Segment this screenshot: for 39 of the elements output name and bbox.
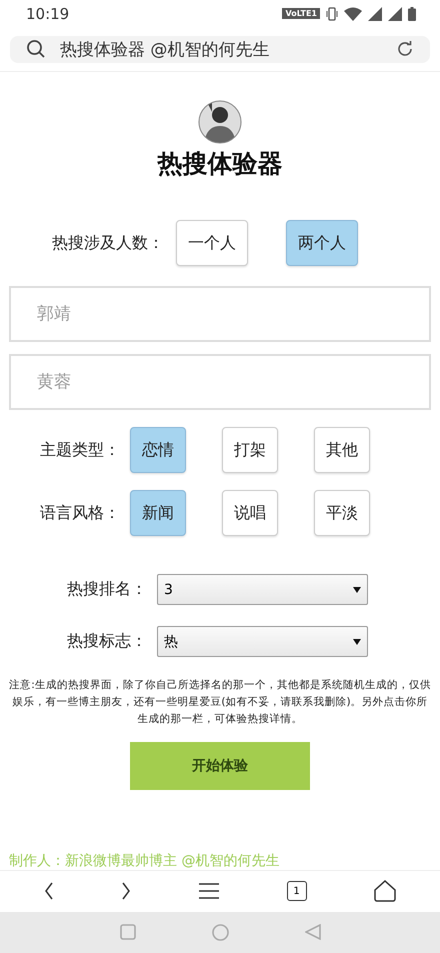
field-label: 热搜标志： — [67, 631, 148, 652]
input-field[interactable]: 黄蓉 — [9, 354, 431, 410]
dropdown-caret-icon — [353, 638, 361, 645]
dropdown-caret-icon — [353, 586, 361, 593]
option-button[interactable]: 一个人 — [176, 220, 248, 266]
battery-icon — [408, 6, 416, 21]
status-time: 10:19 — [26, 4, 70, 23]
address-bar[interactable]: 热搜体验器 @机智的何先生 — [10, 36, 430, 64]
menu-icon[interactable] — [198, 882, 219, 900]
home-icon[interactable] — [374, 880, 396, 902]
credit-text: 制作人：新浪微博最帅博主 @机智的何先生 — [9, 852, 280, 870]
signal-icon — [388, 6, 402, 21]
tabs-button[interactable]: 1 — [286, 881, 307, 902]
option-button[interactable]: 说唱 — [222, 490, 278, 536]
dropdown[interactable]: 3 — [157, 574, 368, 606]
option-button[interactable]: 其他 — [314, 427, 370, 474]
option-button[interactable]: 平淡 — [314, 490, 370, 536]
signal-icon — [368, 6, 382, 21]
input-field[interactable]: 郭靖 — [9, 286, 431, 342]
dropdown[interactable]: 热 — [157, 626, 368, 658]
page-title: 热搜体验器 — [158, 148, 282, 180]
address-text: 热搜体验器 @机智的何先生 — [60, 38, 270, 61]
back-icon[interactable] — [44, 881, 54, 902]
field-label: 主题类型： — [40, 440, 121, 461]
option-button[interactable]: 新闻 — [130, 490, 186, 536]
vibrate-icon — [326, 6, 338, 21]
search-icon — [26, 39, 46, 60]
refresh-icon[interactable] — [396, 40, 414, 58]
field-label: 热搜排名： — [67, 579, 148, 600]
field-label: 语言风格： — [40, 502, 121, 524]
wifi-icon — [344, 6, 362, 21]
forward-icon[interactable] — [121, 881, 132, 902]
field-label: 热搜涉及人数： — [52, 232, 165, 254]
start-button[interactable]: 开始体验 — [130, 742, 310, 790]
notice-text: 注意:生成的热搜界面，除了你自己所选择名的那一个，其他都是系统随机生成的，仅供娱乐，有一些博主朋友，还有一些明星爱豆(如有不妥，请联系我删除)。另外点击你所生成的那一栏，可体验热搜详情。 — [8, 678, 432, 728]
network-badge: VoLTE1 — [282, 8, 320, 20]
option-button[interactable]: 恋情 — [130, 427, 186, 474]
option-button[interactable]: 打架 — [222, 427, 278, 474]
option-button[interactable]: 两个人 — [286, 220, 358, 266]
